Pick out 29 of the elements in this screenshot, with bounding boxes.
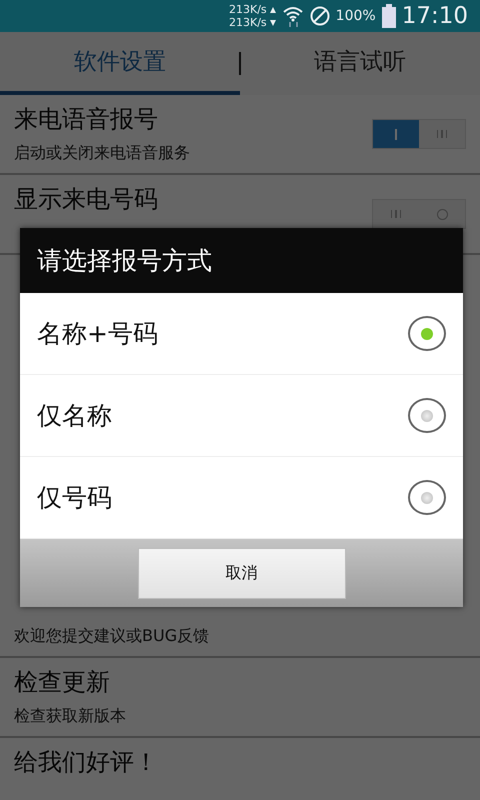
radio-option[interactable]: 仅名称 [20,375,463,457]
radio-button[interactable] [408,480,446,515]
battery-percent: 100% [336,8,376,24]
option-label: 名称+号码 [37,318,158,350]
up-arrow-icon [270,6,276,12]
setting-description: 欢迎您提交建议或BUG反馈 [14,626,210,646]
upload-speed: 213K/s [229,3,267,16]
setting-title: 来电语音报号 [14,105,158,133]
toggle-switch[interactable] [372,199,466,229]
download-speed: 213K/s [229,16,267,29]
radio-option[interactable]: 仅号码 [20,457,463,539]
radio-button[interactable] [408,398,446,433]
setting-title: 给我们好评！ [14,748,158,776]
setting-description: 检查获取新版本 [14,706,126,726]
option-label: 仅号码 [37,482,112,514]
setting-description: 启动或关闭来电语音服务 [14,143,190,163]
radio-button[interactable] [408,316,446,351]
radio-option[interactable]: 名称+号码 [20,293,463,375]
setting-title: 显示来电号码 [14,185,158,213]
clock: 17:10 [402,3,468,29]
battery-icon [382,4,396,28]
setting-title: 检查更新 [14,668,110,696]
do-not-disturb-icon [310,6,330,26]
option-label: 仅名称 [37,400,112,432]
toggle-switch[interactable] [372,119,466,149]
down-arrow-icon [270,20,276,26]
wifi-icon [282,5,304,27]
cancel-button[interactable]: 取消 [138,548,346,598]
dialog-title: 请选择报号方式 [20,228,463,293]
